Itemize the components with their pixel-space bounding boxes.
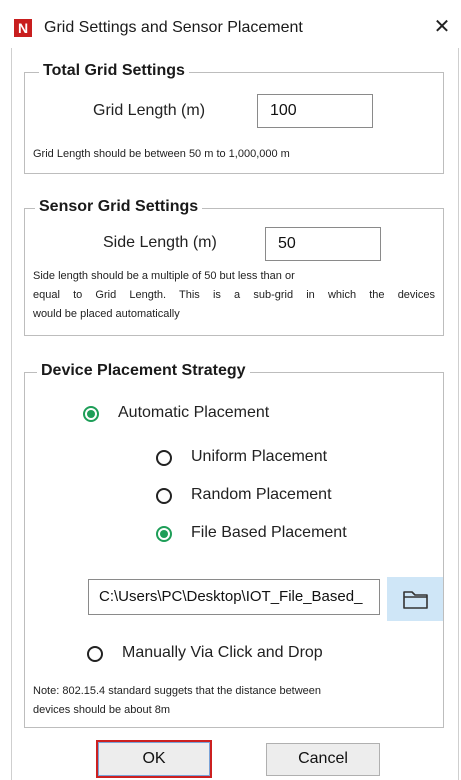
app-logo-icon: N (14, 19, 32, 37)
device-placement-strategy-group: Device Placement Strategy Automatic Plac… (24, 362, 444, 728)
sensor-grid-settings-legend: Sensor Grid Settings (35, 198, 203, 216)
browse-folder-button[interactable] (387, 577, 443, 621)
file-path-input[interactable]: C:\Users\PC\Desktop\IOT_File_Based_ (88, 579, 380, 615)
side-length-note-line-1: Side length should be a multiple of 50 b… (33, 270, 295, 282)
uniform-placement-radio[interactable] (156, 450, 172, 466)
window-border-right (458, 48, 459, 780)
uniform-placement-label[interactable]: Uniform Placement (191, 448, 327, 466)
title-bar: N Grid Settings and Sensor Placement ✕ (0, 0, 461, 50)
automatic-placement-label[interactable]: Automatic Placement (118, 404, 269, 422)
grid-length-input[interactable]: 100 (257, 94, 373, 128)
file-based-placement-label[interactable]: File Based Placement (191, 524, 347, 542)
grid-length-note: Grid Length should be between 50 m to 1,… (33, 148, 290, 160)
ok-button[interactable]: OK (96, 740, 212, 778)
side-length-label: Side Length (m) (103, 234, 217, 251)
folder-icon (403, 591, 428, 609)
random-placement-radio[interactable] (156, 488, 172, 504)
random-placement-label[interactable]: Random Placement (191, 486, 332, 504)
manual-placement-radio[interactable] (87, 646, 103, 662)
automatic-placement-radio[interactable] (83, 406, 99, 422)
side-length-input[interactable]: 50 (265, 227, 381, 261)
grid-length-label: Grid Length (m) (93, 102, 206, 119)
close-icon[interactable]: ✕ (429, 14, 455, 40)
total-grid-settings-legend: Total Grid Settings (39, 62, 189, 80)
side-length-note-line-3: would be placed automatically (33, 308, 180, 320)
placement-note-line-1: Note: 802.15.4 standard suggets that the… (33, 685, 322, 697)
total-grid-settings-group: Total Grid Settings Grid Length (m) 100 … (24, 62, 444, 174)
file-based-placement-radio[interactable] (156, 526, 172, 542)
window-border-left (11, 48, 12, 780)
cancel-button[interactable]: Cancel (266, 743, 380, 776)
window-title: Grid Settings and Sensor Placement (44, 19, 303, 36)
sensor-grid-settings-group: Sensor Grid Settings Side Length (m) 50 … (24, 198, 444, 336)
device-placement-strategy-legend: Device Placement Strategy (37, 362, 250, 380)
placement-note-line-2: devices should be about 8m (33, 704, 170, 716)
side-length-note-line-2: equal to Grid Length. This is a sub-grid… (33, 289, 435, 301)
manual-placement-label[interactable]: Manually Via Click and Drop (122, 644, 323, 662)
